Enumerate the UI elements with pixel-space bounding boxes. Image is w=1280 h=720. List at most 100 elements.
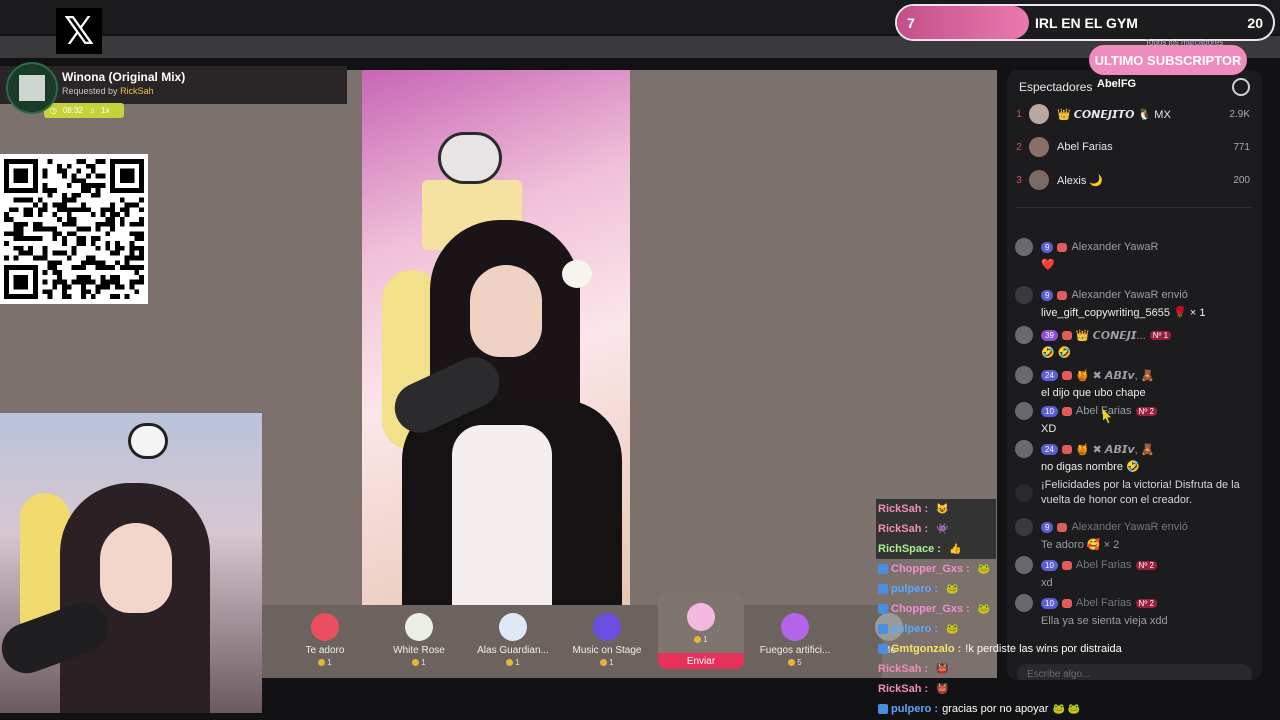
x-logo-icon: 𝕏 <box>56 8 102 54</box>
gift-item[interactable]: Alas Guardian... 1 <box>470 613 556 667</box>
gift-label: Music on Stage <box>572 645 642 656</box>
fan-heart-icon <box>1061 406 1072 416</box>
gift-item[interactable]: Fuegos artifici... 5 <box>752 613 838 667</box>
emote-icon: 👍 <box>948 543 962 555</box>
emote-icon: 👹 <box>936 663 949 675</box>
goal-end-value: 20 <box>1247 15 1263 31</box>
ranking-row[interactable]: 2 Abel Farias 771 <box>1007 131 1262 163</box>
main-video <box>362 70 630 605</box>
emote-icon: 😺 <box>936 503 949 515</box>
level-badge: 24 <box>1041 443 1058 455</box>
rank-number: 2 <box>1016 141 1022 153</box>
emote-icon: 👾 <box>936 523 949 535</box>
streamer-top <box>452 425 552 605</box>
chat-username: RickSah : <box>878 523 929 535</box>
avatar <box>1029 137 1049 157</box>
chat-row: 24 🍯 ✖ 𝘼𝘽𝙄𝙫, 🧸 el dijo que ubo chape <box>1015 366 1255 401</box>
gift-item[interactable]: 1 Enviar <box>658 593 744 669</box>
gift-label: Te adoro <box>305 645 345 656</box>
chat-username: 👑 𝘾𝙊𝙉𝙀𝙅𝙄... <box>1075 329 1146 342</box>
now-playing-avatar <box>6 62 58 114</box>
ranking-row[interactable]: 3 Alexis 🌙 200 <box>1007 164 1262 196</box>
gift-cost: 1 <box>282 658 368 667</box>
gift-label: White Rose <box>393 645 445 656</box>
viewer-name: Abel Farias <box>1057 141 1113 153</box>
overlay-chat-row: pulpero : gracias por no apoyar 🐸 🐸 <box>876 699 1280 719</box>
hair-flower <box>562 260 592 288</box>
webcam-face <box>100 523 172 613</box>
overlay-chat-row: RichSpace : 👍 <box>876 539 996 559</box>
chat-username: pulpero : <box>891 703 939 715</box>
ranking-row[interactable]: 1 👑 𝘾𝙊𝙉𝙀𝙅𝙄𝙏𝙊 🐧 MX 2.9K <box>1007 98 1262 130</box>
gift-item[interactable]: Music on Stage 1 <box>564 613 650 667</box>
level-badge: 39 <box>1041 329 1058 341</box>
level-badge: 9 <box>1041 241 1054 253</box>
fan-heart-icon <box>1061 444 1072 454</box>
goal-title: IRL EN EL GYM <box>1035 15 1138 31</box>
gift-label: Alas Guardian... <box>477 645 549 656</box>
chat-row: 9 Alexander YawaR ❤️ <box>1015 238 1255 273</box>
music-note-icon: ♫ <box>89 106 96 115</box>
last-sub-label: ULTIMO SUBSCRIPTOR <box>1089 45 1247 75</box>
chat-username: RickSah : <box>878 503 929 515</box>
stage-icon <box>593 613 621 641</box>
user-badge-icon <box>878 704 888 714</box>
avatar <box>1015 238 1033 256</box>
overlay-chat-row: RickSah : 👹 <box>876 679 1280 699</box>
chat-username: Gmtgonzalo : <box>891 643 962 655</box>
panda-plush <box>128 423 168 459</box>
avatar <box>1015 366 1033 384</box>
fan-heart-icon <box>1057 242 1068 252</box>
fan-heart-icon <box>1057 290 1068 300</box>
gift-cost: 1 <box>376 658 462 667</box>
send-gift-button[interactable]: Enviar <box>658 653 744 669</box>
streamer-face <box>470 265 542 357</box>
overlay-chat-row: pulpero : 🐸 <box>876 619 1280 639</box>
overlay-chat: RickSah : 😺 RickSah : 👾 RichSpace : 👍 Chopper_… <box>876 499 1280 719</box>
user-badge-icon <box>878 564 888 574</box>
panel-title: Espectadores <box>1019 80 1093 94</box>
avatar <box>1029 170 1049 190</box>
overlay-chat-row: Chopper_Gxs : 🐸 <box>876 559 1280 579</box>
chat-username: Alexander YawaR envió <box>1071 289 1188 301</box>
goal-bar: 7 IRL EN EL GYM 20 <box>895 4 1275 41</box>
user-badge-icon <box>878 644 888 654</box>
chat-message: ❤️ <box>1041 259 1055 271</box>
gear-icon[interactable] <box>1232 78 1250 96</box>
gift-item[interactable]: Te adoro 1 <box>282 613 368 667</box>
chat-username: RickSah : <box>878 663 929 675</box>
clock-icon: ◷ <box>50 106 57 115</box>
emote-icon: 🐸 <box>946 583 959 595</box>
gift-cost: 1 <box>658 635 744 644</box>
gift-cost: 1 <box>564 658 650 667</box>
overlay-chat-row: Chopper_Gxs : 🐸 <box>876 599 1280 619</box>
chat-message: no digas nombre 🤣 <box>1041 461 1140 473</box>
chat-row: 10 Abel Farias Nº 2 XD <box>1015 402 1255 437</box>
gift-cost: 5 <box>752 658 838 667</box>
song-title: Winona (Original Mix) <box>62 70 186 84</box>
chat-username: RichSpace : <box>878 543 941 555</box>
overlay-chat-row: pulpero : 🐸 <box>876 579 1280 599</box>
rank-number: 3 <box>1016 174 1022 186</box>
wings-icon <box>499 613 527 641</box>
chat-message: !k perdiste las wins por distraida <box>965 643 1122 655</box>
chat-username: Alexander YawaR <box>1071 241 1159 253</box>
chat-message: el dijo que ubo chape <box>1041 387 1146 399</box>
gift-icon <box>1015 286 1033 304</box>
overlay-chat-row: RickSah : 👹 <box>876 659 1280 679</box>
last-sub-name: AbelFG <box>1097 78 1137 90</box>
avatar <box>1029 104 1049 124</box>
avatar <box>1015 402 1033 420</box>
emote-icon: 🐸 🐸 <box>1052 703 1081 715</box>
chat-row: 9 Alexander YawaR envió live_gift_copywrit… <box>1015 286 1255 321</box>
gift-item[interactable]: White Rose 1 <box>376 613 462 667</box>
rank-badge: Nº 2 <box>1135 406 1157 416</box>
chat-username: RickSah : <box>878 683 929 695</box>
level-badge: 24 <box>1041 369 1058 381</box>
emote-icon: 🐸 <box>977 603 991 615</box>
chat-message: live_gift_copywriting_5655 🌹 × 1 <box>1041 307 1206 319</box>
chat-username: 🍯 ✖ 𝘼𝘽𝙄𝙫, 🧸 <box>1075 443 1155 456</box>
rank-number: 1 <box>1016 108 1022 120</box>
panel-divider <box>1017 207 1252 208</box>
avatar <box>1015 440 1033 458</box>
